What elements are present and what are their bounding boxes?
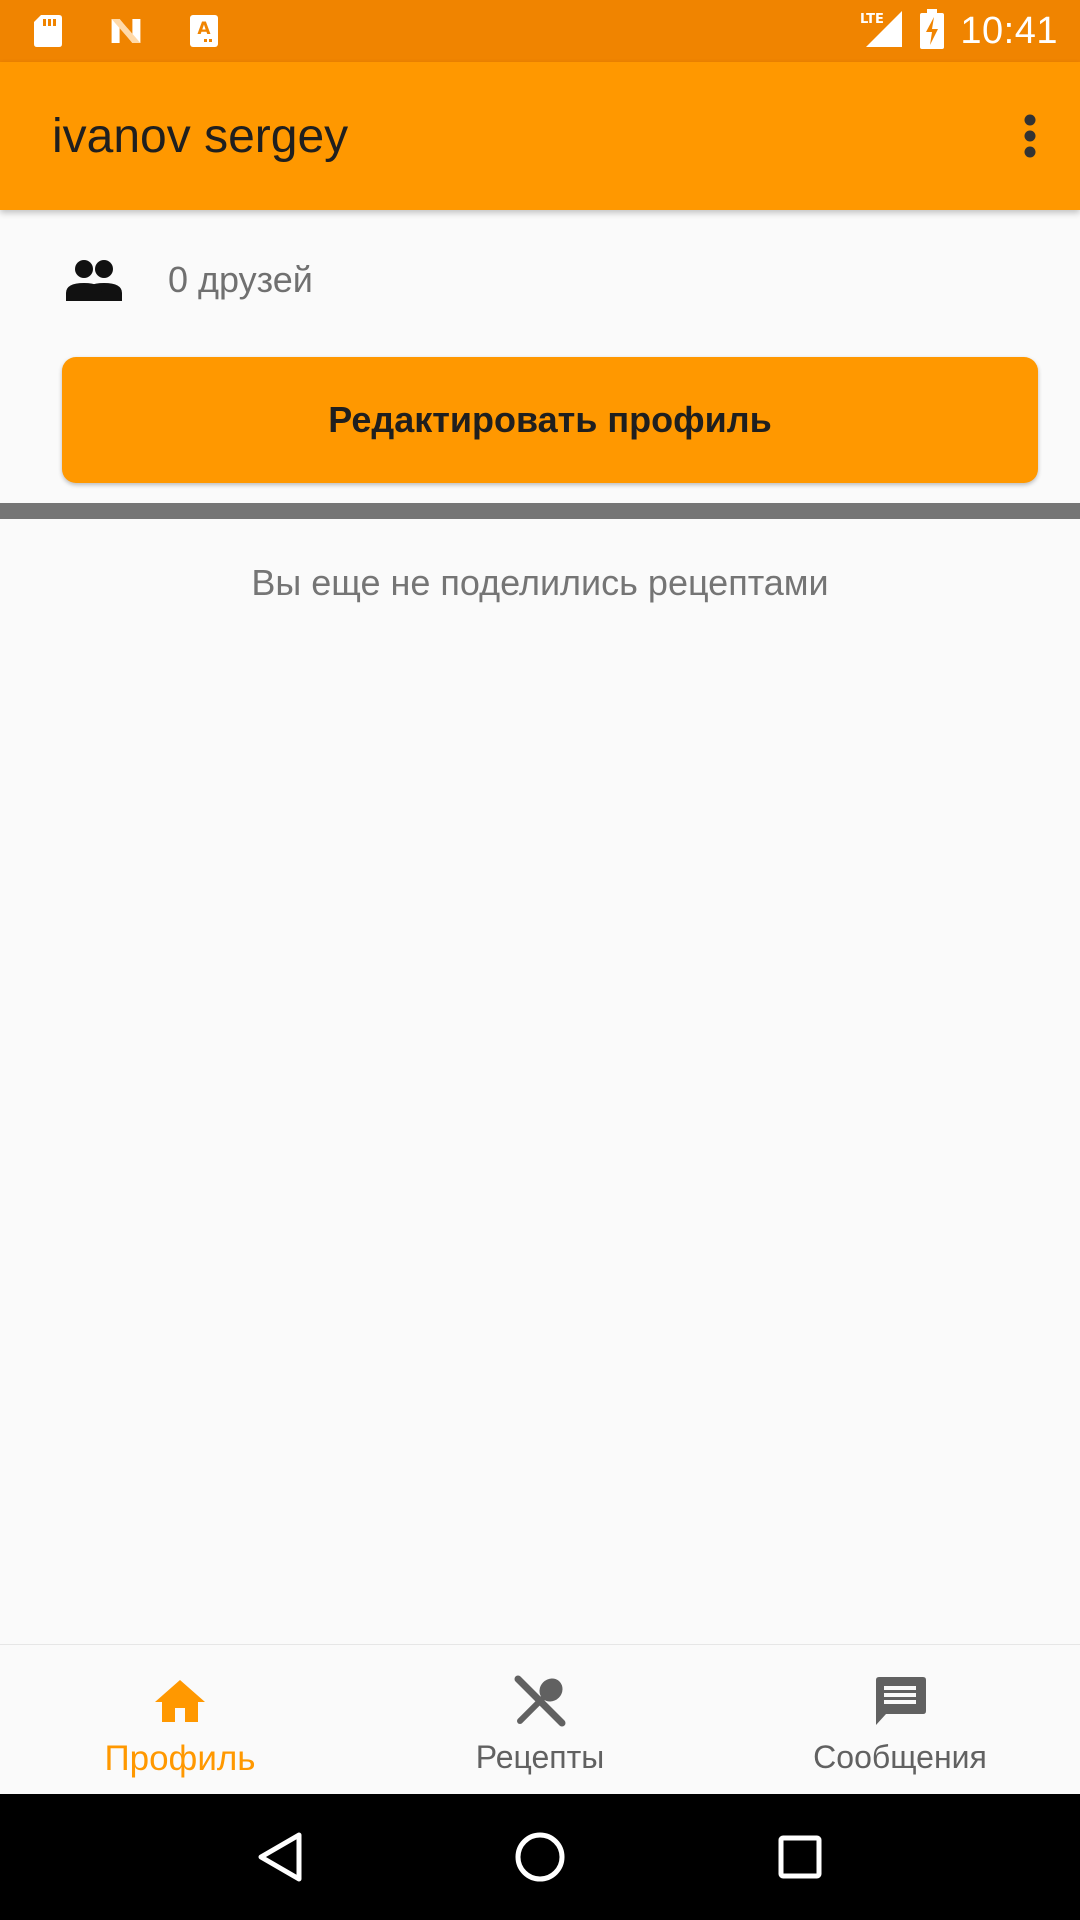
friends-row[interactable]: 0 друзей	[0, 210, 1080, 350]
nav-item-messages[interactable]: Сообщения	[720, 1645, 1080, 1794]
back-icon	[258, 1832, 302, 1882]
people-icon	[64, 250, 124, 310]
restaurant-icon	[510, 1671, 570, 1731]
home-icon	[150, 1671, 210, 1731]
a-notification-icon: A	[188, 14, 220, 48]
nav-label-profile: Профиль	[104, 1739, 256, 1778]
notification-icons: A	[32, 14, 220, 48]
overflow-menu-button[interactable]	[1000, 98, 1060, 174]
recents-icon	[778, 1835, 822, 1879]
empty-recipes-message: Вы еще не поделились рецептами	[251, 562, 829, 603]
home-circle-icon	[515, 1832, 565, 1882]
screen: A LTE 10:41 ivanov sergey 0 друзей Редак…	[0, 0, 1080, 1920]
n-notification-icon	[110, 14, 142, 48]
battery-charging-icon	[920, 8, 945, 54]
status-time: 10:41	[960, 9, 1058, 52]
nav-item-profile[interactable]: Профиль	[0, 1645, 360, 1794]
recents-button[interactable]	[765, 1822, 835, 1892]
system-status: LTE 10:41	[858, 8, 1058, 54]
nav-label-messages: Сообщения	[813, 1739, 987, 1775]
nav-item-recipes[interactable]: Рецепты	[360, 1645, 720, 1794]
lte-signal-icon: LTE	[858, 9, 904, 54]
back-button[interactable]	[245, 1822, 315, 1892]
system-navigation-bar	[0, 1794, 1080, 1920]
svg-text:A: A	[197, 19, 211, 39]
home-button[interactable]	[505, 1822, 575, 1892]
section-divider	[0, 503, 1080, 519]
app-bar: ivanov sergey	[0, 62, 1080, 210]
nav-label-recipes: Рецепты	[475, 1739, 605, 1775]
page-title: ivanov sergey	[52, 109, 349, 163]
sd-card-icon	[32, 14, 64, 48]
svg-text:LTE: LTE	[860, 12, 884, 27]
more-vert-icon	[1024, 114, 1036, 158]
friends-count-label: 0 друзей	[168, 259, 313, 300]
bottom-navigation: Профиль Рецепты Сообщения	[0, 1644, 1080, 1794]
message-icon	[870, 1671, 930, 1731]
edit-profile-button[interactable]: Редактировать профиль	[62, 357, 1038, 483]
status-bar: A LTE 10:41	[0, 0, 1080, 62]
